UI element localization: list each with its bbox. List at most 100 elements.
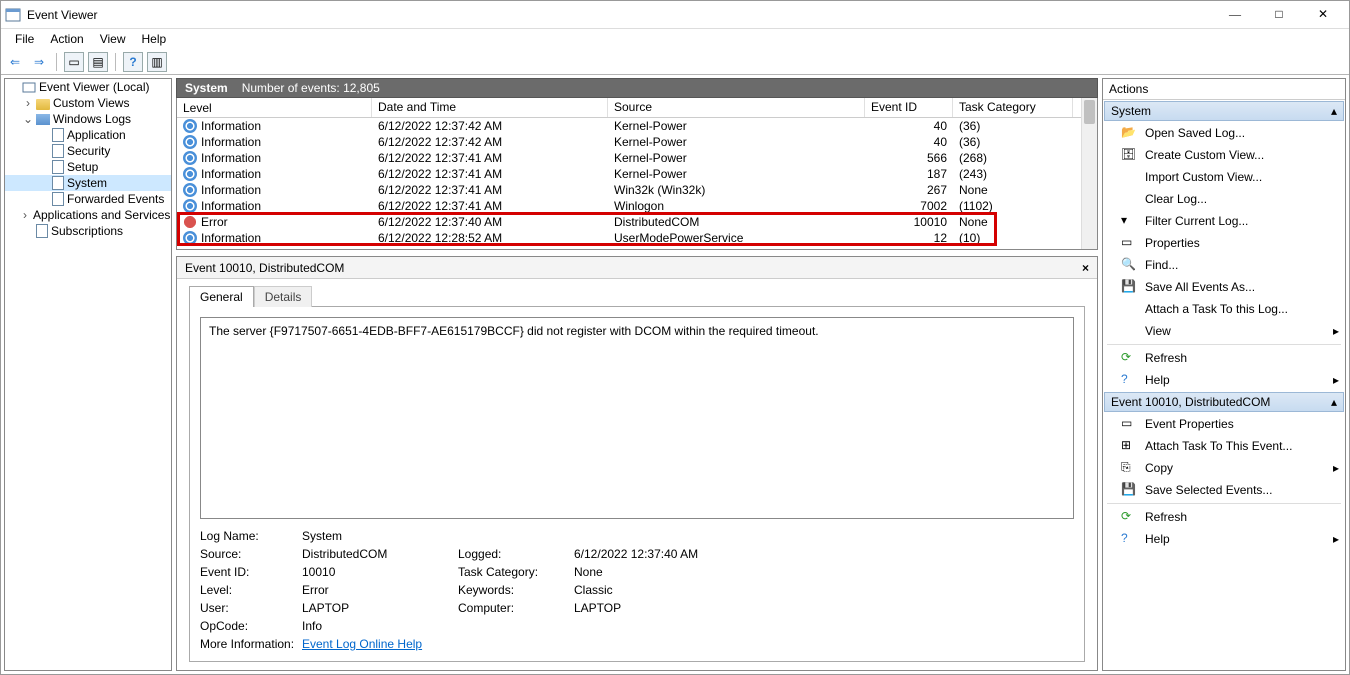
window-title: Event Viewer [27, 8, 1213, 22]
action-filter-current-log[interactable]: ▾Filter Current Log... [1103, 210, 1345, 232]
menu-view[interactable]: View [92, 30, 134, 48]
table-row[interactable]: Information6/12/2022 12:28:52 AMUserMode… [177, 230, 1097, 246]
action-help2[interactable]: ?Help▸ [1103, 528, 1345, 550]
folder-icon [36, 114, 50, 125]
refresh-icon: ⟳ [1121, 509, 1137, 525]
action-refresh[interactable]: ⟳Refresh [1103, 347, 1345, 369]
show-tree-button[interactable]: ▭ [64, 52, 84, 72]
back-button[interactable]: ⇐ [5, 52, 25, 72]
view-icon [1121, 323, 1137, 339]
action-refresh2[interactable]: ⟳Refresh [1103, 506, 1345, 528]
tab-general[interactable]: General [189, 286, 254, 307]
tree-app-services[interactable]: ›Applications and Services Lo [5, 207, 171, 223]
info-icon [183, 151, 197, 165]
navigation-tree[interactable]: Event Viewer (Local) ›Custom Views ⌄Wind… [4, 78, 172, 671]
action-import-custom-view[interactable]: Import Custom View... [1103, 166, 1345, 188]
scrollbar-thumb[interactable] [1084, 100, 1095, 124]
log-icon [52, 160, 64, 174]
tab-details[interactable]: Details [254, 286, 313, 307]
menu-file[interactable]: File [7, 30, 42, 48]
tree-windows-logs[interactable]: ⌄Windows Logs [5, 111, 171, 127]
log-icon [52, 128, 64, 142]
tree-forwarded[interactable]: Forwarded Events [5, 191, 171, 207]
titlebar: Event Viewer ― □ ✕ [1, 1, 1349, 29]
action-open-saved-log[interactable]: 📂Open Saved Log... [1103, 122, 1345, 144]
actions-group-event[interactable]: Event 10010, DistributedCOM▴ [1104, 392, 1344, 412]
tree-setup[interactable]: Setup [5, 159, 171, 175]
col-datetime[interactable]: Date and Time [372, 98, 608, 117]
info-icon [183, 167, 197, 181]
event-log-help-link[interactable]: Event Log Online Help [302, 637, 422, 651]
properties-icon: ▭ [1121, 235, 1137, 251]
props-button[interactable]: ▤ [88, 52, 108, 72]
find-icon: 🔍 [1121, 257, 1137, 273]
vertical-scrollbar[interactable] [1081, 98, 1097, 249]
help-icon: ? [1121, 531, 1137, 547]
detail-title: Event 10010, DistributedCOM [185, 261, 344, 275]
info-icon [183, 231, 197, 245]
tree-subscriptions[interactable]: Subscriptions [5, 223, 171, 239]
action-save-selected[interactable]: 💾Save Selected Events... [1103, 479, 1345, 501]
minimize-button[interactable]: ― [1213, 1, 1257, 29]
event-details-pane: Event 10010, DistributedCOM × General De… [176, 256, 1098, 671]
action-attach-task-log[interactable]: Attach a Task To this Log... [1103, 298, 1345, 320]
toolbar-extra-button[interactable]: ▥ [147, 52, 167, 72]
action-help[interactable]: ?Help▸ [1103, 369, 1345, 391]
table-row[interactable]: Information6/12/2022 12:37:41 AMKernel-P… [177, 166, 1097, 182]
actions-group-system[interactable]: System▴ [1104, 101, 1344, 121]
tree-root[interactable]: Event Viewer (Local) [5, 79, 171, 95]
refresh-icon: ⟳ [1121, 350, 1137, 366]
actions-title: Actions [1103, 79, 1345, 100]
tree-security[interactable]: Security [5, 143, 171, 159]
table-row[interactable]: Error6/12/2022 12:37:40 AMDistributedCOM… [177, 214, 1097, 230]
action-save-all-events[interactable]: 💾Save All Events As... [1103, 276, 1345, 298]
save-icon: 💾 [1121, 279, 1137, 295]
action-find[interactable]: 🔍Find... [1103, 254, 1345, 276]
forward-button[interactable]: ⇒ [29, 52, 49, 72]
help-icon: ? [1121, 372, 1137, 388]
close-details-button[interactable]: × [1082, 261, 1089, 275]
menu-help[interactable]: Help [134, 30, 175, 48]
list-name: System [185, 81, 228, 95]
col-eventid[interactable]: Event ID [865, 98, 953, 117]
info-icon [183, 199, 197, 213]
table-row[interactable]: Information6/12/2022 12:37:41 AMWin32k (… [177, 182, 1097, 198]
menu-action[interactable]: Action [42, 30, 91, 48]
info-icon [183, 119, 197, 133]
action-copy[interactable]: ⎘Copy▸ [1103, 457, 1345, 479]
help-button[interactable]: ? [123, 52, 143, 72]
action-event-properties[interactable]: ▭Event Properties [1103, 413, 1345, 435]
tree-application[interactable]: Application [5, 127, 171, 143]
properties-icon: ▭ [1121, 416, 1137, 432]
table-row[interactable]: Information6/12/2022 12:37:41 AMKernel-P… [177, 150, 1097, 166]
table-row[interactable]: Information6/12/2022 12:37:42 AMKernel-P… [177, 118, 1097, 134]
event-message: The server {F9717507-6651-4EDB-BFF7-AE61… [200, 317, 1074, 519]
col-taskcat[interactable]: Task Category [953, 98, 1073, 117]
tree-custom-views[interactable]: ›Custom Views [5, 95, 171, 111]
table-row[interactable]: Information6/12/2022 12:37:41 AMWinlogon… [177, 198, 1097, 214]
log-icon [36, 224, 48, 238]
folder-icon [36, 99, 50, 110]
action-view[interactable]: View▸ [1103, 320, 1345, 342]
funnel-icon: 🗄 [1121, 147, 1137, 163]
error-icon [183, 215, 197, 229]
toolbar: ⇐ ⇒ ▭ ▤ ? ▥ [1, 49, 1349, 75]
col-source[interactable]: Source [608, 98, 865, 117]
action-properties[interactable]: ▭Properties [1103, 232, 1345, 254]
close-button[interactable]: ✕ [1301, 1, 1345, 29]
log-icon [52, 176, 64, 190]
col-level[interactable]: Level [177, 98, 372, 117]
action-attach-task-event[interactable]: ⊞Attach Task To This Event... [1103, 435, 1345, 457]
save-icon: 💾 [1121, 482, 1137, 498]
action-clear-log[interactable]: Clear Log... [1103, 188, 1345, 210]
tree-system[interactable]: System [5, 175, 171, 191]
actions-pane: Actions System▴ 📂Open Saved Log... 🗄Crea… [1102, 78, 1346, 671]
grid-header[interactable]: Level Date and Time Source Event ID Task… [177, 98, 1097, 118]
log-icon [52, 192, 64, 206]
table-row[interactable]: Information6/12/2022 12:37:42 AMKernel-P… [177, 134, 1097, 150]
log-icon [52, 144, 64, 158]
maximize-button[interactable]: □ [1257, 1, 1301, 29]
event-grid[interactable]: Level Date and Time Source Event ID Task… [176, 98, 1098, 250]
action-create-custom-view[interactable]: 🗄Create Custom View... [1103, 144, 1345, 166]
app-icon [5, 7, 21, 23]
